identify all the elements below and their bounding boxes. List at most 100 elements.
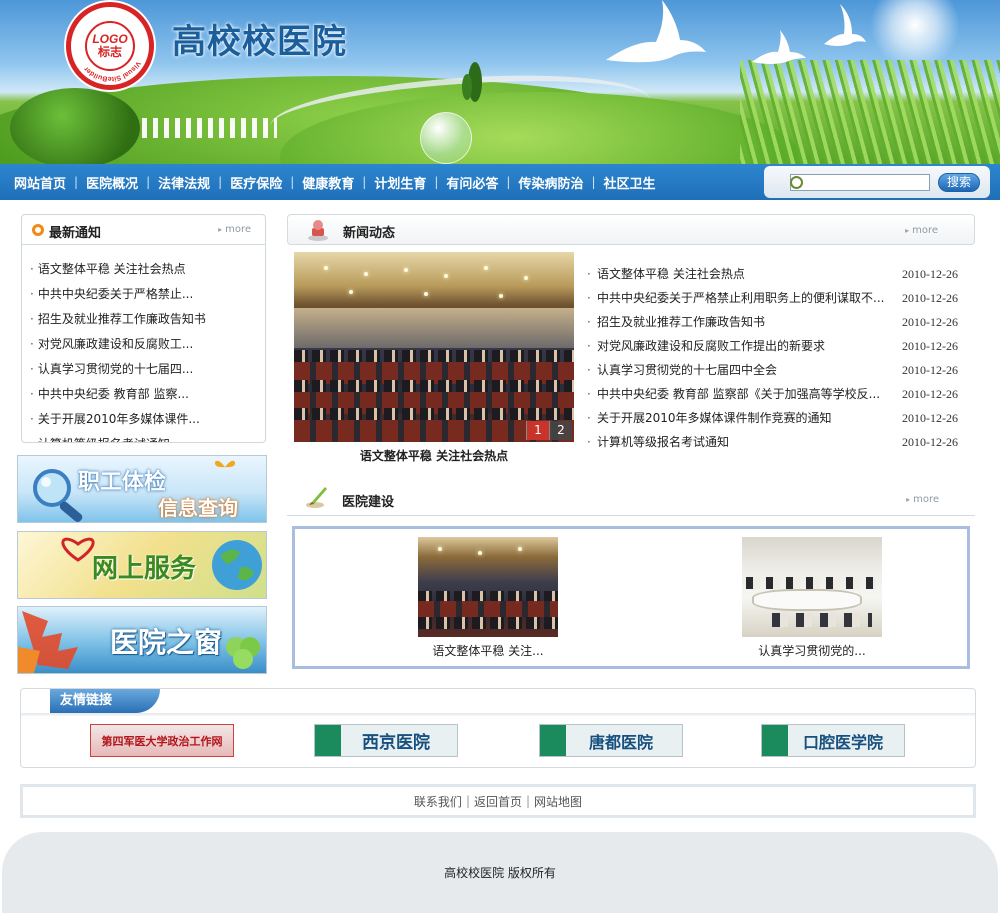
search-button[interactable]: 搜索 xyxy=(938,173,980,192)
nav-item-family-planning[interactable]: 计划生育 xyxy=(366,173,434,192)
news-photo-caption[interactable]: 语文整体平稳 关注社会热点 xyxy=(294,447,574,464)
pager-button-2[interactable]: 2 xyxy=(549,421,572,440)
promo-text: 信息查询 xyxy=(158,496,238,520)
list-item[interactable]: 关于开展2010年多媒体课件... xyxy=(30,407,265,432)
news-row-title[interactable]: 中共中央纪委 教育部 监察部《关于加强高等学校反... xyxy=(597,382,887,406)
news-row-title[interactable]: 对党风廉政建设和反腐败工作提出的新要求 xyxy=(597,334,887,358)
nav-list: 网站首页 | 医院概况 | 法律法规 | 医疗保险 | 健康教育 | 计划生育 … xyxy=(6,164,664,200)
checkup-query-banner[interactable]: 职工体检 信息查询 xyxy=(17,455,267,523)
notice-panel: 最新通知 more 语文整体平稳 关注社会热点 中共中央纪委关于严格禁止... … xyxy=(21,214,266,443)
news-row-date: 2010-12-26 xyxy=(902,411,958,425)
quill-icon xyxy=(306,487,327,508)
news-row[interactable]: · 中共中央纪委关于严格禁止利用职务上的便利谋取不... 2010-12-26 xyxy=(587,286,962,310)
gallery-image[interactable] xyxy=(742,537,882,637)
news-row-title[interactable]: 计算机等级报名考试通知 xyxy=(597,430,887,454)
news-row-date: 2010-12-26 xyxy=(902,435,958,449)
gallery-item[interactable]: 认真学习贯彻党的... xyxy=(742,537,882,659)
gallery-image[interactable] xyxy=(418,537,558,637)
friend-links-title: 友情链接 xyxy=(50,689,160,713)
build-section-header: 医院建设 more xyxy=(287,482,975,516)
news-slideshow-image[interactable] xyxy=(294,252,574,442)
pager-button-1[interactable]: 1 xyxy=(526,421,549,440)
nav-item-home[interactable]: 网站首页 xyxy=(6,173,74,192)
globe-icon xyxy=(212,540,262,590)
notice-more-link[interactable]: more xyxy=(218,224,251,235)
list-item[interactable]: 招生及就业推荐工作廉政告知书 xyxy=(30,307,265,332)
bullet-dot: · xyxy=(587,291,591,305)
news-row[interactable]: · 招生及就业推荐工作廉政告知书 2010-12-26 xyxy=(587,310,962,334)
friend-link-label: 口腔医学院 xyxy=(802,732,883,752)
news-row[interactable]: · 计算机等级报名考试通知 2010-12-26 xyxy=(587,430,962,454)
list-item[interactable]: 对党风廉政建设和反腐败工... xyxy=(30,332,265,357)
maple-leaf-icon xyxy=(18,611,78,673)
notice-header: 最新通知 more xyxy=(22,215,265,245)
butterfly-icon xyxy=(214,460,236,468)
gallery-caption[interactable]: 认真学习贯彻党的... xyxy=(742,642,882,659)
footer-separator: | xyxy=(526,794,531,808)
footer: 高校校医院 版权所有 xyxy=(2,832,998,913)
footer-separator: | xyxy=(465,794,470,808)
friend-link-label: 唐都医院 xyxy=(588,732,653,752)
news-row-title[interactable]: 认真学习贯彻党的十七届四中全会 xyxy=(597,358,887,382)
gallery-item[interactable]: 语文整体平稳 关注... xyxy=(418,537,558,659)
friend-link-banner[interactable]: 西京医院 xyxy=(314,724,458,757)
hospital-window-banner[interactable]: 医院之窗 xyxy=(17,606,267,674)
news-row-title[interactable]: 招生及就业推荐工作廉政告知书 xyxy=(597,310,887,334)
bullet-dot: · xyxy=(587,363,591,377)
news-title: 新闻动态 xyxy=(343,226,396,241)
list-item[interactable]: 中共中央纪委关于严格禁止... xyxy=(30,282,265,307)
tree-graphic xyxy=(462,74,472,100)
news-stamp-icon xyxy=(308,220,328,241)
news-row[interactable]: · 认真学习贯彻党的十七届四中全会 2010-12-26 xyxy=(587,358,962,382)
list-item[interactable]: 中共中央纪委 教育部 监察... xyxy=(30,382,265,407)
news-row-date: 2010-12-26 xyxy=(902,387,958,401)
gallery-caption[interactable]: 语文整体平稳 关注... xyxy=(418,642,558,659)
bullet-dot: · xyxy=(587,267,591,281)
search-bar: 搜索 xyxy=(764,166,990,198)
news-row[interactable]: · 中共中央纪委 教育部 监察部《关于加强高等学校反... 2010-12-26 xyxy=(587,382,962,406)
friend-link-banner[interactable]: 口腔医学院 xyxy=(761,724,905,757)
dove-icon xyxy=(606,0,706,63)
news-row-title[interactable]: 关于开展2010年多媒体课件制作竞赛的通知 xyxy=(597,406,887,430)
fence-graphic xyxy=(142,118,277,138)
footer-link-contact[interactable]: 联系我们 xyxy=(414,793,462,810)
footer-link-sitemap[interactable]: 网站地图 xyxy=(534,793,582,810)
nav-item-overview[interactable]: 医院概况 xyxy=(78,173,146,192)
news-row-title[interactable]: 语文整体平稳 关注社会热点 xyxy=(597,262,887,286)
nav-item-insurance[interactable]: 医疗保险 xyxy=(222,173,290,192)
list-item[interactable]: 计算机等级报名考试通知 xyxy=(30,432,265,442)
list-item[interactable]: 语文整体平稳 关注社会热点 xyxy=(30,257,265,282)
friend-link-banner[interactable]: 唐都医院 xyxy=(539,724,683,757)
dove-icon xyxy=(752,30,806,64)
nav-item-community-health[interactable]: 社区卫生 xyxy=(596,173,664,192)
news-row-date: 2010-12-26 xyxy=(902,267,958,281)
news-row[interactable]: · 语文整体平稳 关注社会热点 2010-12-26 xyxy=(587,262,962,286)
news-row[interactable]: · 关于开展2010年多媒体课件制作竞赛的通知 2010-12-26 xyxy=(587,406,962,430)
list-item[interactable]: 认真学习贯彻党的十七届四... xyxy=(30,357,265,382)
search-input[interactable] xyxy=(790,174,930,191)
news-row-title[interactable]: 中共中央纪委关于严格禁止利用职务上的便利谋取不... xyxy=(597,286,887,310)
site-logo[interactable]: Visual SiteBuilder LOGO 标志 xyxy=(66,2,154,90)
build-gallery: 语文整体平稳 关注... 认真学习贯彻党的... xyxy=(292,526,970,669)
bullet-dot: · xyxy=(587,315,591,329)
nav-item-qa[interactable]: 有问必答 xyxy=(438,173,506,192)
news-row-date: 2010-12-26 xyxy=(902,363,958,377)
notice-title: 最新通知 xyxy=(49,226,102,241)
friend-link-banner[interactable]: 第四军医大学政治工作网 xyxy=(90,724,234,757)
promo-text: 职工体检 xyxy=(78,470,167,495)
build-more-link[interactable]: more xyxy=(906,494,939,505)
search-icon xyxy=(790,176,803,189)
slideshow-pager: 1 2 xyxy=(526,421,572,440)
nav-item-infectious-disease[interactable]: 传染病防治 xyxy=(510,173,591,192)
footer-link-home[interactable]: 返回首页 xyxy=(474,793,522,810)
bullet-dot: · xyxy=(587,411,591,425)
nav-item-health-education[interactable]: 健康教育 xyxy=(294,173,362,192)
news-more-link[interactable]: more xyxy=(905,225,938,236)
grass-graphic xyxy=(740,60,1000,164)
news-row[interactable]: · 对党风廉政建设和反腐败工作提出的新要求 2010-12-26 xyxy=(587,334,962,358)
nav-item-laws[interactable]: 法律法规 xyxy=(150,173,218,192)
online-service-banner[interactable]: 网上服务 xyxy=(17,531,267,599)
notice-list: 语文整体平稳 关注社会热点 中共中央纪委关于严格禁止... 招生及就业推荐工作廉… xyxy=(22,245,265,442)
friend-link-label: 第四军医大学政治工作网 xyxy=(101,734,223,748)
clover-icon xyxy=(226,637,260,669)
